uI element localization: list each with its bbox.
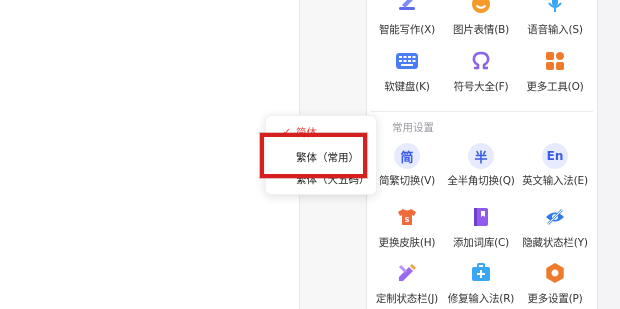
more-tools-label: 更多工具(O) [526, 81, 584, 93]
customize-status-bar-button[interactable]: 定制状态栏(J) [369, 261, 445, 309]
more-settings-label: 更多设置(P) [527, 293, 583, 305]
omega-icon [469, 49, 493, 73]
half-full-width-toggle-button[interactable]: 半 全半角切换(Q) [443, 143, 519, 199]
smart-writing-label: 智能写作(X) [379, 24, 435, 36]
panel-right-edge [598, 0, 620, 309]
emoji-button[interactable]: 图片表情(B) [443, 0, 519, 48]
half-width-icon: 半 [468, 143, 494, 169]
soft-keyboard-label: 软键盘(K) [384, 81, 430, 93]
english-input-label: 英文输入法(E) [522, 175, 588, 187]
settings-gear-icon [543, 261, 567, 285]
microphone-icon [543, 0, 567, 16]
repair-input-method-label: 修复输入法(R) [447, 293, 515, 305]
change-skin-button[interactable]: S 更换皮肤(H) [369, 205, 445, 261]
change-skin-label: 更换皮肤(H) [378, 237, 436, 249]
smart-writing-button[interactable]: 智能写作(X) [369, 0, 445, 48]
desktop-background [0, 0, 300, 309]
more-settings-button[interactable]: 更多设置(P) [517, 261, 593, 309]
customize-status-bar-label: 定制状态栏(J) [375, 293, 439, 305]
svg-text:S: S [404, 216, 409, 224]
keyboard-icon [395, 49, 419, 73]
custom-pencil-icon [395, 261, 419, 285]
simplified-traditional-toggle-button[interactable]: 简 简繁切换(V) [369, 143, 445, 199]
voice-input-button[interactable]: 语音输入(S) [517, 0, 593, 48]
pen-write-icon [395, 0, 419, 16]
smile-icon [469, 0, 493, 16]
skin-shirt-icon: S [395, 205, 419, 229]
common-settings-title: 常用设置 [392, 122, 434, 134]
repair-input-method-button[interactable]: 修复输入法(R) [443, 261, 519, 309]
half-full-width-label: 全半角切换(Q) [447, 175, 515, 187]
hide-status-bar-button[interactable]: 隐藏状态栏(Y) [517, 205, 593, 261]
emoji-label: 图片表情(B) [453, 24, 509, 36]
section-divider [371, 111, 593, 112]
simplified-traditional-icon: 简 [394, 143, 420, 169]
add-dictionary-button[interactable]: 添加词库(C) [443, 205, 519, 261]
hide-eye-icon [543, 205, 567, 229]
soft-keyboard-button[interactable]: 软键盘(K) [369, 49, 445, 105]
symbols-button[interactable]: 符号大全(F) [443, 49, 519, 105]
repair-kit-icon [469, 261, 493, 285]
english-input-icon: En [542, 143, 568, 169]
add-dictionary-label: 添加词库(C) [452, 237, 510, 249]
more-tools-button[interactable]: 更多工具(O) [517, 49, 593, 105]
voice-input-label: 语音输入(S) [527, 24, 583, 36]
annotation-highlight-box [260, 133, 367, 178]
hide-status-bar-label: 隐藏状态栏(Y) [522, 237, 588, 249]
english-input-button[interactable]: En 英文输入法(E) [517, 143, 593, 199]
simplified-traditional-label: 简繁切换(V) [379, 175, 435, 187]
symbols-label: 符号大全(F) [453, 81, 509, 93]
grid-tools-icon [543, 49, 567, 73]
dictionary-book-icon [469, 205, 493, 229]
